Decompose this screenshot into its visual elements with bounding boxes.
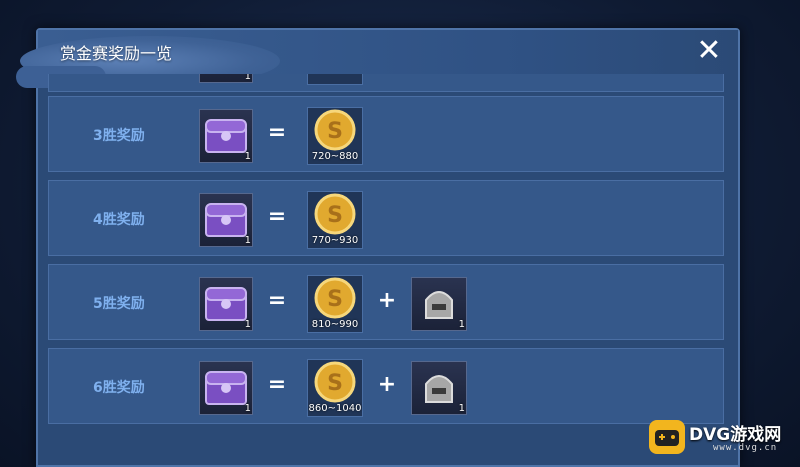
title-bar: 赏金赛奖励一览 ✕ <box>16 30 738 88</box>
equals-sign: = <box>267 288 287 313</box>
svg-text:S: S <box>327 203 343 228</box>
dialog-title: 赏金赛奖励一览 <box>60 44 173 63</box>
helmet-icon: 1 <box>411 361 467 415</box>
gold-coin-icon <box>307 74 363 85</box>
plus-sign: + <box>377 372 397 397</box>
chest-quantity: 1 <box>244 151 251 162</box>
gold-coin-icon: S 770~930 <box>307 191 363 249</box>
coin-range: 770~930 <box>311 235 359 246</box>
row-label: 3胜奖励 <box>93 128 145 144</box>
gold-coin-icon: S 720~880 <box>307 107 363 165</box>
reward-list[interactable]: 1 3胜奖励 1 = S 720~880 4胜奖励 1 = S 770~930 … <box>48 74 724 467</box>
reward-row-4-wins: 4胜奖励 1 = S 770~930 <box>48 180 724 256</box>
purple-chest-icon: 1 <box>199 109 253 163</box>
coin-range: 860~1040 <box>308 403 362 414</box>
helmet-icon: 1 <box>411 277 467 331</box>
purple-chest-icon: 1 <box>199 277 253 331</box>
plus-sign: + <box>377 288 397 313</box>
helmet-quantity: 1 <box>458 403 465 414</box>
equals-sign: = <box>267 120 287 145</box>
chest-quantity: 1 <box>244 235 251 246</box>
row-label: 4胜奖励 <box>93 212 145 228</box>
reward-row-5-wins: 5胜奖励 1 = S 810~990 + 1 <box>48 264 724 340</box>
watermark-url: www.dvg.cn <box>713 443 778 453</box>
equals-sign: = <box>267 204 287 229</box>
reward-row-2-wins: 1 <box>48 74 724 92</box>
reward-dialog: 赏金赛奖励一览 ✕ 1 3胜奖励 1 = S 720~880 4胜奖励 1 = … <box>16 28 740 467</box>
gamepad-icon <box>649 420 685 454</box>
chest-quantity: 1 <box>244 74 251 82</box>
purple-chest-icon: 1 <box>199 361 253 415</box>
watermark: DVG游戏网 www.dvg.cn <box>645 410 800 460</box>
equals-sign: = <box>267 372 287 397</box>
svg-text:S: S <box>327 119 343 144</box>
coin-range: 720~880 <box>311 151 359 162</box>
close-icon[interactable]: ✕ <box>694 36 724 66</box>
watermark-text: DVG游戏网 <box>689 425 782 445</box>
coin-range: 810~990 <box>311 319 359 330</box>
svg-text:S: S <box>327 371 343 396</box>
helmet-quantity: 1 <box>458 319 465 330</box>
purple-chest-icon: 1 <box>199 193 253 247</box>
row-label: 6胜奖励 <box>93 380 145 396</box>
chest-quantity: 1 <box>244 319 251 330</box>
chest-quantity: 1 <box>244 403 251 414</box>
reward-row-3-wins: 3胜奖励 1 = S 720~880 <box>48 96 724 172</box>
reward-row-6-wins: 6胜奖励 1 = S 860~1040 + 1 <box>48 348 724 424</box>
gold-coin-icon: S 860~1040 <box>307 359 363 417</box>
gold-coin-icon: S 810~990 <box>307 275 363 333</box>
chest-icon: 1 <box>199 74 253 83</box>
svg-text:S: S <box>327 287 343 312</box>
row-label: 5胜奖励 <box>93 296 145 312</box>
